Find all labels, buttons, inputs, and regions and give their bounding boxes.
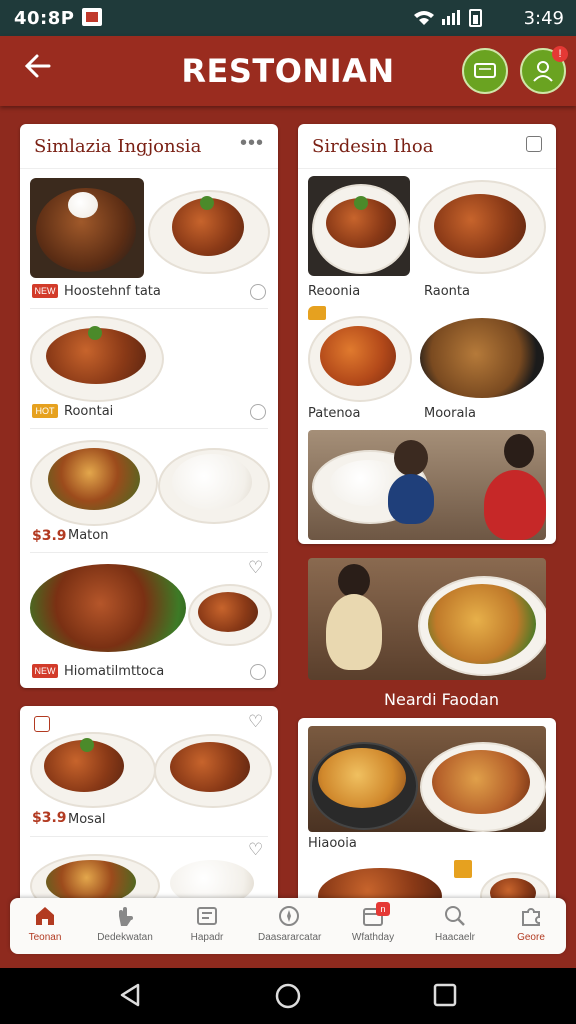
dish-label: Maton bbox=[68, 528, 109, 543]
options-icon[interactable] bbox=[526, 136, 542, 152]
status-bar: 40:8P 3:49 bbox=[0, 0, 576, 36]
select-icon[interactable] bbox=[250, 284, 266, 300]
more-icon[interactable]: ••• bbox=[240, 132, 264, 155]
nav-item-hapadr[interactable]: Hapadr bbox=[176, 904, 238, 943]
status-badge: HOT bbox=[32, 404, 58, 418]
restaurant-photo[interactable] bbox=[308, 430, 546, 540]
dish-image[interactable] bbox=[416, 310, 548, 402]
nav-item-haacaelr[interactable]: Haacaelr bbox=[424, 904, 486, 943]
status-badge bbox=[454, 860, 472, 878]
nav-label: Wfathday bbox=[351, 932, 395, 943]
dish-label: Hiomatilmttoca bbox=[64, 664, 165, 679]
select-icon[interactable] bbox=[250, 664, 266, 680]
system-navigation-bar bbox=[0, 968, 576, 1024]
nav-label: Dedekwatan bbox=[97, 932, 153, 943]
profile-edit-button[interactable]: ! bbox=[520, 46, 568, 94]
card-header: Simlazia Ingjonsia ••• bbox=[20, 124, 278, 169]
user-edit-icon bbox=[533, 61, 553, 82]
ticket-button[interactable] bbox=[462, 48, 508, 94]
dish-label: Moorala bbox=[424, 406, 477, 421]
nav-label: Haacaelr bbox=[434, 932, 476, 943]
dish-label: Roontai bbox=[64, 404, 114, 419]
dish-label: Patenoa bbox=[308, 406, 361, 421]
recents-square-icon[interactable] bbox=[432, 982, 458, 1015]
card-title: Sirdesin Ihoa bbox=[312, 136, 434, 157]
nav-label: Hapadr bbox=[190, 932, 224, 943]
nav-badge: n bbox=[376, 902, 390, 916]
price-label: $3.9 bbox=[32, 810, 67, 826]
card-title: Simlazia Ingjonsia bbox=[34, 136, 202, 157]
notification-badge: ! bbox=[552, 46, 568, 62]
nav-item-daasararcatar[interactable]: Daasararcatar bbox=[258, 904, 322, 943]
restaurant-photo[interactable] bbox=[308, 558, 546, 680]
left-restaurant-card-2[interactable]: ♡ $3.9 Mosal ♡ bbox=[20, 706, 278, 906]
bottom-navigation: Teonan Dedekwatan Hapadr Daasararcatar n bbox=[10, 898, 566, 954]
nav-label: Daasararcatar bbox=[258, 932, 322, 943]
dish-image[interactable] bbox=[308, 306, 412, 402]
dish-image[interactable] bbox=[154, 732, 272, 808]
card-header: Sirdesin Ihoa bbox=[298, 124, 556, 169]
nav-item-geore[interactable]: Geore bbox=[500, 904, 562, 943]
nav-label: Teonan bbox=[28, 932, 62, 943]
status-badge: NEW bbox=[32, 664, 58, 678]
right-restaurant-card[interactable]: Sirdesin Ihoa Reoonia Raonta Patenoa Moo… bbox=[298, 124, 556, 544]
hand-icon bbox=[113, 904, 137, 928]
nav-item-wfathday[interactable]: n Wfathday bbox=[342, 902, 404, 943]
app-bar: RESTONIAN ! bbox=[0, 36, 576, 106]
dish-image[interactable] bbox=[30, 178, 144, 278]
dish-image[interactable] bbox=[30, 436, 158, 526]
dish-image[interactable] bbox=[148, 186, 270, 278]
status-time-right: 3:49 bbox=[523, 8, 564, 29]
signal-wifi-battery-icon bbox=[414, 9, 482, 27]
menu-board-icon bbox=[195, 904, 219, 928]
dish-image[interactable] bbox=[158, 444, 270, 526]
dish-label: Hoostehnf tata bbox=[64, 284, 161, 299]
dish-image[interactable] bbox=[30, 316, 164, 402]
nav-label: Geore bbox=[517, 932, 545, 943]
nav-item-dedekwatan[interactable]: Dedekwatan bbox=[94, 904, 156, 943]
dish-label: Reoonia bbox=[308, 284, 361, 299]
dish-label: Hiaooia bbox=[308, 836, 357, 851]
left-restaurant-card[interactable]: Simlazia Ingjonsia ••• NEW Hoostehnf tat… bbox=[20, 124, 278, 688]
status-icons bbox=[412, 7, 492, 34]
price-label: $3.9 bbox=[32, 528, 67, 544]
dish-image[interactable] bbox=[30, 844, 160, 906]
nav-item-teonan[interactable]: Teonan bbox=[14, 904, 76, 943]
right-restaurant-card-2[interactable]: Hiaooia bbox=[298, 718, 556, 906]
back-triangle-icon[interactable] bbox=[118, 982, 144, 1015]
dish-image[interactable] bbox=[30, 728, 156, 808]
dish-image[interactable] bbox=[308, 176, 410, 276]
ticket-icon bbox=[474, 63, 496, 78]
notification-icon bbox=[82, 8, 102, 26]
compass-icon bbox=[277, 904, 301, 928]
status-badge: NEW bbox=[32, 284, 58, 298]
dish-image[interactable] bbox=[188, 576, 272, 652]
home-icon bbox=[33, 904, 57, 928]
dish-image[interactable] bbox=[28, 556, 188, 656]
select-icon[interactable] bbox=[250, 404, 266, 420]
section-caption: Neardi Faodan bbox=[384, 690, 500, 709]
puzzle-icon bbox=[519, 904, 543, 928]
dish-label: Mosal bbox=[68, 812, 106, 827]
home-circle-icon[interactable] bbox=[274, 982, 302, 1017]
heart-icon[interactable]: ♡ bbox=[248, 712, 263, 732]
status-time-left: 40:8P bbox=[14, 8, 75, 29]
dish-image[interactable] bbox=[308, 726, 546, 832]
dish-image[interactable] bbox=[414, 176, 548, 276]
dish-label: Raonta bbox=[424, 284, 470, 299]
search-icon bbox=[443, 904, 467, 928]
app-screen: RESTONIAN ! Simlazia Ingjonsia ••• NEW H… bbox=[0, 36, 576, 968]
heart-icon[interactable]: ♡ bbox=[248, 558, 263, 578]
